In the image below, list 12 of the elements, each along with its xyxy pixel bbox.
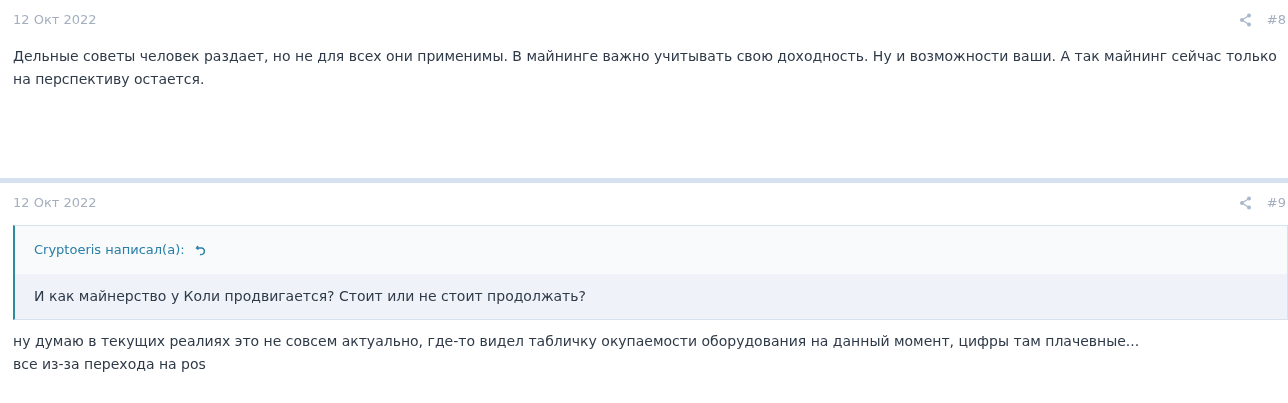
- quote-text: И как майнерство у Коли продвигается? Стоит или не стоит продолжать?: [34, 287, 586, 306]
- post-text: ну думаю в текущих реалиях это не совсем актуально, где-то видел табличку окупаемости оборудования на данный момент, цифры там плачевные...: [13, 332, 1141, 351]
- quote-author[interactable]: Cryptoeris написал(а):: [34, 240, 185, 260]
- post-text: Дельные советы человек раздает, но не для всех они применимы. В майнинге важно учитывать свою доходность. Ну и возможности ваши. А так майнинг сейчас только на перспективу остается.: [13, 47, 1278, 89]
- share-icon[interactable]: [1238, 196, 1252, 210]
- post-number[interactable]: #8: [1266, 10, 1286, 30]
- post-date[interactable]: 12 Окт 2022: [13, 193, 97, 213]
- share-icon[interactable]: [1238, 13, 1252, 27]
- jump-back-icon[interactable]: [194, 244, 207, 256]
- post-date[interactable]: 12 Окт 2022: [13, 10, 97, 30]
- post-text: все из-за перехода на pos: [13, 355, 207, 374]
- post-number[interactable]: #9: [1266, 193, 1286, 213]
